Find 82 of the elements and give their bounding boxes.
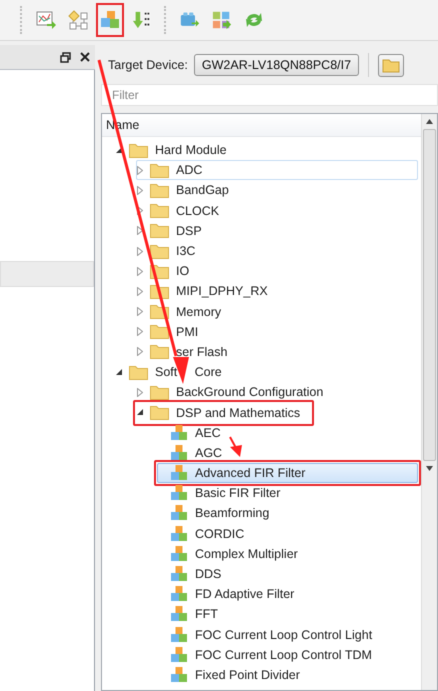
cubes-icon — [171, 505, 188, 522]
folder-icon — [129, 142, 148, 158]
collapse-icon[interactable] — [116, 146, 123, 154]
cubes-icon — [171, 606, 188, 622]
tree-item[interactable]: DSP — [136, 220, 213, 241]
tree-item[interactable]: BackGround Configuration — [136, 382, 334, 402]
tree-item[interactable]: ser Flash — [136, 342, 238, 362]
collapse-icon[interactable] — [137, 409, 144, 416]
restore-icon[interactable] — [60, 52, 71, 62]
tree-item[interactable]: MIPI_DPHY_RX — [136, 281, 279, 302]
tree-item[interactable]: Basic FIR Filter — [157, 483, 292, 504]
tree-item[interactable]: FD Adaptive Filter — [157, 584, 306, 604]
tree-item[interactable]: Fixed Point Divider — [157, 664, 311, 685]
tree-item[interactable]: IO — [136, 261, 200, 282]
expand-icon[interactable] — [137, 166, 143, 175]
tree-item[interactable]: I3C — [136, 241, 206, 262]
expand-icon[interactable] — [137, 226, 143, 236]
flowchart-icon — [68, 10, 88, 30]
folder-icon — [150, 203, 169, 218]
tree-item[interactable]: FOC Current Loop Control TDM — [157, 644, 383, 665]
folder-icon — [150, 405, 169, 420]
tree-item[interactable]: Advanced FIR Filter — [157, 463, 418, 484]
folder-icon — [150, 223, 169, 238]
browse-button[interactable] — [378, 54, 404, 76]
folder-icon — [150, 384, 169, 400]
expand-icon[interactable] — [137, 206, 143, 216]
tree-item[interactable]: ADC — [136, 160, 418, 180]
tree-item[interactable]: PMI — [136, 322, 210, 342]
folder-icon — [150, 324, 169, 340]
folder-icon — [129, 364, 148, 380]
cubes-icon — [171, 626, 188, 643]
collapse-icon[interactable] — [116, 368, 123, 376]
scrollbar[interactable] — [421, 114, 437, 690]
tree-item[interactable]: AGC — [157, 442, 234, 463]
tree-item[interactable]: Memory — [136, 302, 232, 322]
expand-icon[interactable] — [137, 286, 143, 296]
cubes-icon — [171, 546, 188, 562]
folder-icon — [150, 182, 169, 198]
scroll-up-icon[interactable] — [426, 119, 433, 124]
folder-icon — [150, 244, 169, 259]
tree-item[interactable]: Soft Core — [115, 362, 233, 382]
tree-item[interactable]: FOC Current Loop Control Light — [157, 624, 384, 645]
filter-field[interactable]: Filter — [101, 84, 438, 106]
scroll-down-icon[interactable] — [426, 466, 433, 471]
cubes-icon — [171, 444, 188, 461]
tree-item[interactable]: BandGap — [136, 180, 240, 200]
tree-item[interactable]: DSP and Mathematics — [136, 402, 312, 423]
cubes-icon — [171, 666, 188, 683]
tree-item[interactable]: CLOCK — [136, 200, 230, 221]
toolbar-button[interactable] — [96, 3, 124, 37]
folder-icon — [382, 58, 400, 72]
cubes-icon — [100, 10, 120, 30]
cubes-icon — [171, 465, 188, 482]
tree-item[interactable]: FFT — [157, 604, 229, 624]
folder-icon — [150, 344, 169, 360]
close-icon[interactable] — [80, 52, 90, 62]
cubes-icon — [171, 526, 188, 542]
tiles-icon — [212, 10, 232, 30]
cubes-icon — [171, 424, 188, 441]
target-device-label: Target Device: — [108, 58, 188, 72]
tree-item[interactable]: Hard Module — [115, 140, 238, 160]
tree-item[interactable]: AEC — [157, 422, 232, 443]
expand-icon[interactable] — [137, 307, 143, 316]
expand-icon[interactable] — [137, 186, 143, 195]
tree-item[interactable]: DDS — [157, 564, 232, 584]
expand-icon[interactable] — [137, 347, 143, 356]
folder-icon — [150, 162, 169, 178]
expand-icon[interactable] — [137, 246, 143, 256]
cubes-icon — [171, 485, 188, 502]
target-device-button[interactable]: GW2AR-LV18QN88PC8/I7 — [194, 54, 360, 76]
tree-item[interactable]: Beamforming — [157, 503, 280, 524]
expand-icon[interactable] — [137, 266, 143, 276]
expand-icon[interactable] — [137, 327, 143, 336]
cubes-icon — [171, 646, 188, 663]
tree-item[interactable]: Complex Multiplier — [157, 544, 309, 564]
tree-item[interactable]: CORDIC — [157, 524, 256, 544]
annotation-arrow — [229, 436, 242, 457]
cubes-icon — [171, 566, 188, 582]
cubes-icon — [171, 586, 188, 602]
download-icon — [132, 10, 152, 30]
chart-icon — [36, 10, 56, 30]
expand-icon[interactable] — [137, 388, 143, 397]
